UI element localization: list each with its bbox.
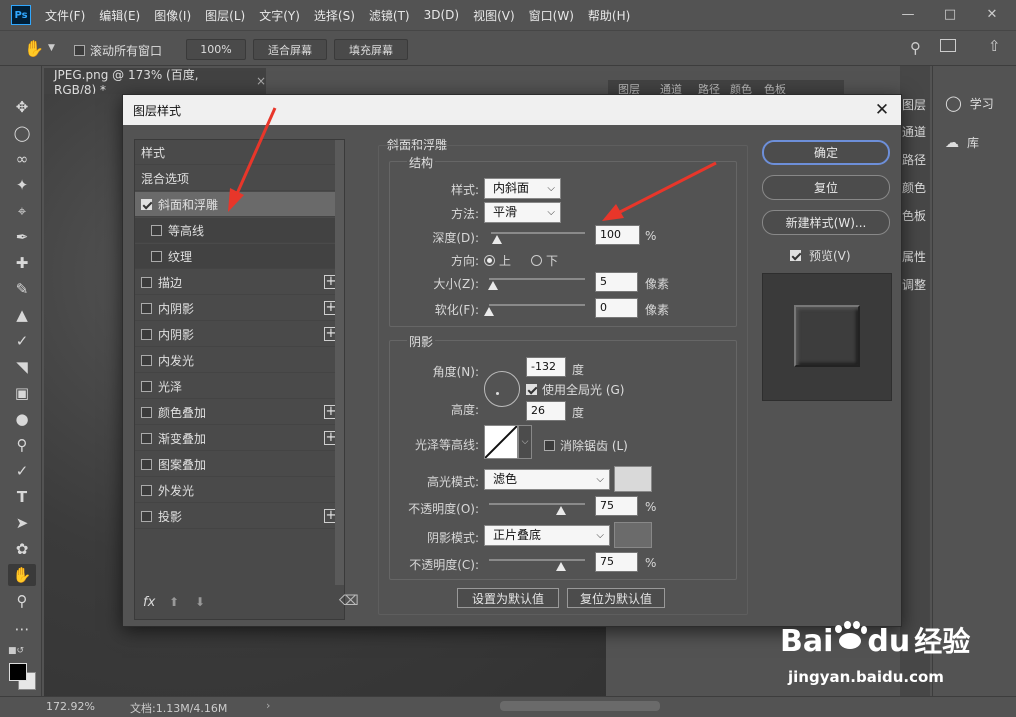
watermark-cn: 经验: [914, 625, 971, 658]
red-arrow-1: [228, 107, 277, 212]
red-arrow-2: [602, 161, 717, 221]
paw-icon: [833, 621, 868, 651]
watermark-brand: Bai: [780, 624, 834, 659]
annotation-arrows: [228, 107, 717, 221]
watermark-url: jingyan.baidu.com: [788, 668, 944, 686]
watermark-brand-2: du: [867, 624, 911, 659]
baidu-jingyan-watermark: Bai du 经验 jingyan.baidu.com: [780, 618, 1016, 698]
